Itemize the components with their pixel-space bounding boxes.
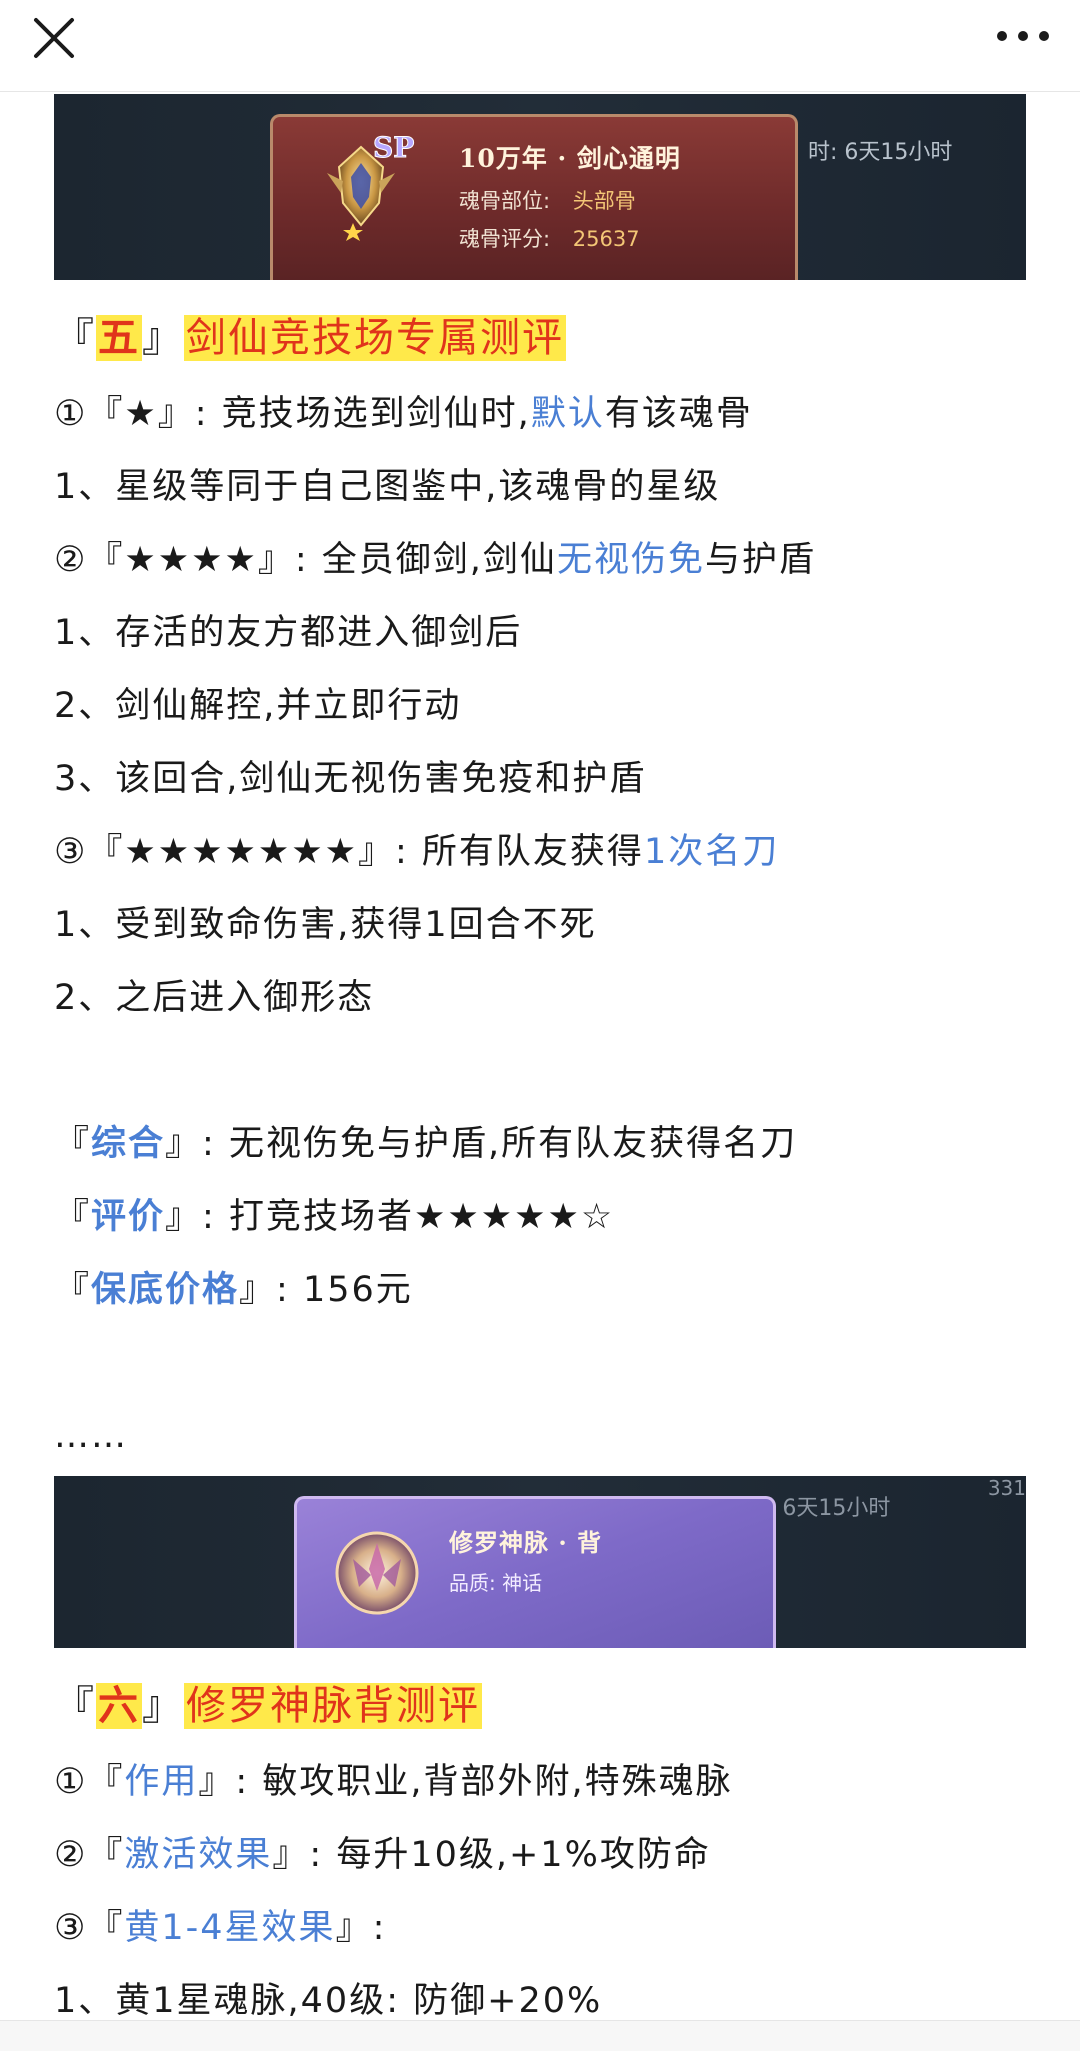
s5-line-1-post: 有该魂骨 bbox=[604, 394, 753, 434]
bracket-close: 』 bbox=[142, 315, 184, 361]
circle-num-1: ①『 bbox=[54, 1762, 125, 1802]
soul-bone-banner: 时: 6天15小时 SP 10万年 · 剑心通明 魂骨部位: 头部骨 魂骨评分:… bbox=[54, 94, 1026, 280]
divine-vein-card: 修罗神脉 · 背 品质: 神话 bbox=[294, 1496, 776, 1648]
bone-score-value: 25637 bbox=[572, 227, 640, 251]
s6-line-3-text: 』: bbox=[335, 1908, 387, 1948]
s6-line-2-text: 』: 每升10级,+1%攻防命 bbox=[272, 1835, 711, 1875]
s5-line-1: ①『★』: 竞技场选到剑仙时,默认有该魂骨 bbox=[54, 384, 753, 444]
bracket-open: 『 bbox=[54, 1124, 92, 1164]
section-6-title: 修罗神脉背测评 bbox=[184, 1683, 482, 1729]
soul-bone-card: SP 10万年 · 剑心通明 魂骨部位: 头部骨 魂骨评分: 25637 bbox=[270, 114, 798, 280]
section-6-heading: 『六』修罗神脉背测评 bbox=[54, 1676, 482, 1736]
section-5-heading: 『五』剑仙竞技场专属测评 bbox=[54, 308, 566, 368]
s6-line-2: ②『激活效果』: 每升10级,+1%攻防命 bbox=[54, 1825, 711, 1885]
close-icon bbox=[34, 18, 74, 58]
s6-line-3: ③『黄1-4星效果』: bbox=[54, 1898, 386, 1958]
price-line: 『保底价格』: 156元 bbox=[54, 1260, 413, 1320]
bottom-toolbar-edge bbox=[0, 2020, 1080, 2051]
s5-line-1-text: ①『★』: 竞技场选到剑仙时, bbox=[54, 394, 531, 434]
s6-line-1: ①『作用』: 敏攻职业,背部外附,特殊魂脉 bbox=[54, 1752, 733, 1812]
bone-part-label: 魂骨部位: bbox=[459, 189, 551, 213]
s6-line-1-text: 』: 敏攻职业,背部外附,特殊魂脉 bbox=[198, 1762, 733, 1802]
banner-timer: 时: 6天15小时 bbox=[808, 140, 953, 165]
s5-line-1-highlight: 默认 bbox=[530, 394, 605, 434]
s6-line-1-label: 作用 bbox=[124, 1762, 199, 1802]
divine-vein-banner: 活动结束倒计时: 6天15小时 331 修罗神脉 · 背 品质: 神话 bbox=[54, 1476, 1026, 1648]
s5-line-7-highlight: 1次名刀 bbox=[643, 832, 780, 872]
summary-line: 『综合』: 无视伤免与护盾,所有队友获得名刀 bbox=[54, 1114, 797, 1174]
summary-label: 综合 bbox=[91, 1124, 166, 1164]
s5-line-8: 1、受到致命伤害,获得1回合不死 bbox=[54, 905, 597, 945]
more-button[interactable] bbox=[992, 16, 1054, 56]
s5-line-4: 1、存活的友方都进入御剑后 bbox=[54, 613, 523, 653]
divine-vein-quality: 品质: 神话 bbox=[449, 1571, 543, 1595]
more-icon bbox=[997, 31, 1049, 41]
s5-line-2: 1、星级等同于自己图鉴中,该魂骨的星级 bbox=[54, 467, 721, 507]
section-6-number: 六 bbox=[96, 1683, 142, 1729]
s6-line-2-label: 激活效果 bbox=[124, 1835, 273, 1875]
bone-score-row: 魂骨评分: 25637 bbox=[459, 223, 640, 253]
price-text: 』: 156元 bbox=[239, 1270, 413, 1310]
banner-2-number: 331 bbox=[987, 1476, 1026, 1500]
circle-num-2: ②『 bbox=[54, 1835, 125, 1875]
s5-line-9: 2、之后进入御形态 bbox=[54, 978, 375, 1018]
s5-line-3-highlight: 无视伤免 bbox=[556, 540, 705, 580]
sp-badge: SP bbox=[369, 129, 425, 165]
rating-text: 』: 打竞技场者★★★★★☆ bbox=[165, 1197, 615, 1237]
s5-line-6: 3、该回合,剑仙无视伤害免疫和护盾 bbox=[54, 759, 647, 799]
bracket-open: 『 bbox=[54, 1270, 92, 1310]
s5-line-7-text: ③『★★★★★★★』: 所有队友获得 bbox=[54, 832, 644, 872]
bracket-open: 『 bbox=[54, 1197, 92, 1237]
divine-vein-title: 修罗神脉 · 背 bbox=[449, 1528, 603, 1557]
section-5-number: 五 bbox=[96, 315, 142, 361]
s5-line-3-text: ②『★★★★』: 全员御剑,剑仙 bbox=[54, 540, 557, 580]
svg-text:SP: SP bbox=[373, 131, 414, 164]
bracket-open: 『 bbox=[54, 315, 96, 361]
bone-part-row: 魂骨部位: 头部骨 bbox=[459, 185, 636, 215]
close-button[interactable] bbox=[28, 14, 80, 66]
ellipsis: …… bbox=[54, 1416, 128, 1456]
price-label: 保底价格 bbox=[91, 1270, 240, 1310]
bracket-close: 』 bbox=[142, 1683, 184, 1729]
s6-line-3-label: 黄1-4星效果 bbox=[124, 1908, 336, 1948]
top-bar bbox=[0, 0, 1080, 92]
crystal-wings-icon bbox=[335, 1531, 419, 1615]
circle-num-3: ③『 bbox=[54, 1908, 125, 1948]
summary-text: 』: 无视伤免与护盾,所有队友获得名刀 bbox=[165, 1124, 798, 1164]
bone-score-label: 魂骨评分: bbox=[459, 227, 551, 251]
bracket-open: 『 bbox=[54, 1683, 96, 1729]
rating-line: 『评价』: 打竞技场者★★★★★☆ bbox=[54, 1187, 614, 1247]
bone-part-value: 头部骨 bbox=[572, 189, 636, 213]
rating-label: 评价 bbox=[91, 1197, 166, 1237]
s5-line-5: 2、剑仙解控,并立即行动 bbox=[54, 686, 462, 726]
s5-line-3: ②『★★★★』: 全员御剑,剑仙无视伤免与护盾 bbox=[54, 530, 816, 590]
section-5-title: 剑仙竞技场专属测评 bbox=[184, 315, 566, 361]
soul-bone-title: 10万年 · 剑心通明 bbox=[459, 144, 681, 173]
s5-line-3-post: 与护盾 bbox=[704, 540, 816, 580]
s5-line-7: ③『★★★★★★★』: 所有队友获得1次名刀 bbox=[54, 822, 779, 882]
